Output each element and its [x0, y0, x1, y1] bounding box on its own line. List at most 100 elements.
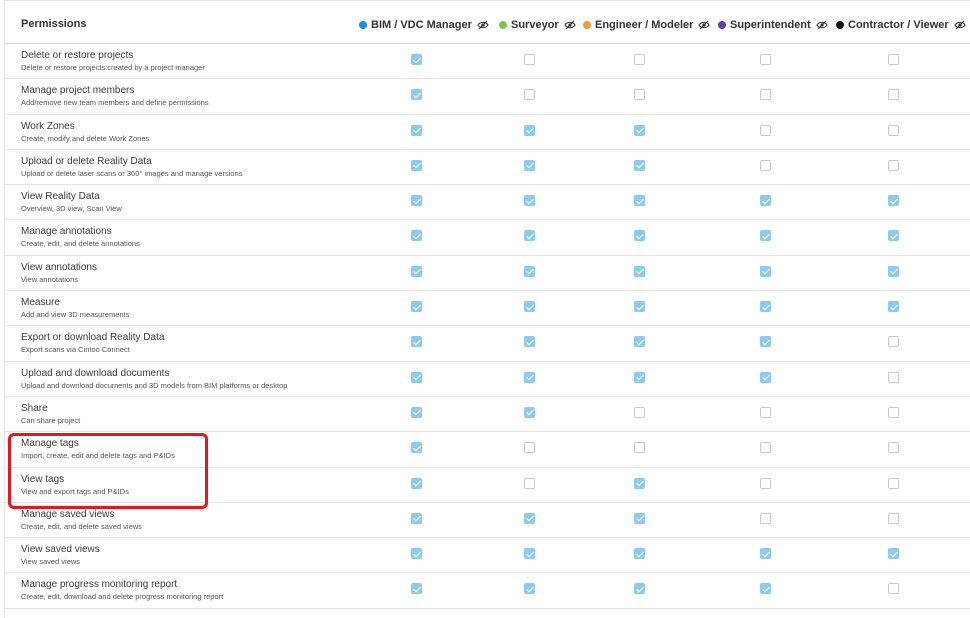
permission-checkbox[interactable]	[411, 512, 422, 524]
permission-checkbox[interactable]	[411, 406, 422, 418]
permission-checkbox[interactable]	[411, 195, 422, 207]
permission-checkbox[interactable]	[760, 512, 771, 524]
permission-checkbox[interactable]	[411, 230, 422, 242]
permission-checkbox[interactable]	[634, 230, 645, 242]
permission-checkbox[interactable]	[634, 442, 645, 454]
permission-checkbox[interactable]	[888, 548, 899, 560]
permission-checkbox[interactable]	[760, 371, 771, 383]
permission-checkbox[interactable]	[760, 406, 771, 418]
permission-checkbox[interactable]	[524, 371, 535, 383]
permission-checkbox[interactable]	[888, 301, 899, 313]
permission-checkbox[interactable]	[524, 336, 535, 348]
permission-checkbox[interactable]	[634, 301, 645, 313]
permission-checkbox[interactable]	[760, 54, 771, 65]
permission-checkbox[interactable]	[888, 54, 899, 65]
permission-checkbox[interactable]	[524, 54, 535, 65]
permission-checkbox[interactable]	[411, 371, 422, 383]
permission-checkbox[interactable]	[888, 583, 899, 595]
permission-checkbox[interactable]	[760, 548, 771, 560]
permission-checkbox[interactable]	[524, 265, 535, 277]
permission-checkbox[interactable]	[760, 89, 771, 101]
eye-slash-icon[interactable]	[564, 20, 576, 30]
permission-checkbox[interactable]	[411, 89, 422, 101]
permission-checkbox[interactable]	[888, 477, 899, 489]
permission-checkbox[interactable]	[634, 548, 645, 560]
permission-checkbox[interactable]	[634, 265, 645, 277]
permission-checkbox[interactable]	[760, 336, 771, 348]
permission-checkbox[interactable]	[760, 583, 771, 595]
permission-checkbox[interactable]	[634, 336, 645, 348]
permission-description: Create, edit, and delete saved views	[21, 521, 142, 531]
permission-checkbox[interactable]	[888, 265, 899, 277]
permission-description: Create, edit, and delete annotations	[21, 239, 140, 249]
permission-checkbox[interactable]	[634, 406, 645, 418]
permission-checkbox[interactable]	[634, 89, 645, 101]
permission-checkbox[interactable]	[634, 512, 645, 524]
permission-checkbox[interactable]	[888, 442, 899, 454]
permission-checkbox[interactable]	[760, 442, 771, 454]
permission-checkbox[interactable]	[524, 89, 535, 101]
permission-checkbox[interactable]	[524, 512, 535, 524]
permission-checkbox[interactable]	[524, 406, 535, 418]
permission-checkbox[interactable]	[760, 159, 771, 171]
eye-slash-icon[interactable]	[816, 20, 828, 30]
permission-checkbox[interactable]	[634, 195, 645, 207]
permission-checkbox[interactable]	[524, 301, 535, 313]
permission-checkbox[interactable]	[524, 159, 535, 171]
permission-checkbox[interactable]	[634, 477, 645, 489]
permission-checkbox[interactable]	[760, 265, 771, 277]
permission-checkbox[interactable]	[888, 159, 899, 171]
eye-slash-icon[interactable]	[698, 20, 711, 30]
permission-checkbox[interactable]	[411, 336, 422, 348]
permission-row: View annotations View annotations	[5, 256, 970, 292]
role-header-superintendent[interactable]: Superintendent	[718, 17, 828, 33]
permission-description: Can share project	[21, 415, 81, 425]
permission-checkbox[interactable]	[411, 159, 422, 171]
permission-checkbox[interactable]	[411, 583, 422, 595]
permission-checkbox[interactable]	[634, 371, 645, 383]
eye-slash-icon[interactable]	[954, 20, 966, 30]
permission-checkbox[interactable]	[888, 230, 899, 242]
permission-row: Delete or restore projects Delete or rest…	[5, 44, 970, 80]
permission-description: Create, modify and delete Work Zones	[21, 133, 150, 143]
permission-checkbox[interactable]	[760, 301, 771, 313]
permission-checkbox[interactable]	[524, 230, 535, 242]
permission-checkbox[interactable]	[524, 583, 535, 595]
permission-checkbox[interactable]	[760, 477, 771, 489]
role-header-bim-vdc-manager[interactable]: BIM / VDC Manager	[359, 17, 489, 33]
permission-checkbox[interactable]	[888, 371, 899, 383]
permission-checkbox[interactable]	[411, 54, 422, 65]
permission-checkbox[interactable]	[524, 442, 535, 454]
permission-checkbox[interactable]	[888, 195, 899, 207]
role-header-surveyor[interactable]: Surveyor	[499, 17, 576, 33]
permission-checkbox[interactable]	[760, 195, 771, 207]
permission-checkbox[interactable]	[411, 477, 422, 489]
permission-checkbox[interactable]	[760, 230, 771, 242]
permission-checkbox[interactable]	[524, 195, 535, 207]
permission-checkbox[interactable]	[411, 442, 422, 454]
role-name: Engineer / Modeler	[595, 19, 694, 31]
permission-checkbox[interactable]	[888, 512, 899, 524]
permission-description: Delete or restore projects created by a …	[21, 63, 205, 72]
permission-checkbox[interactable]	[524, 548, 535, 560]
permission-checkbox[interactable]	[411, 548, 422, 560]
permission-row: Work Zones Create, modify and delete Work…	[5, 115, 970, 150]
eye-slash-icon[interactable]	[477, 20, 489, 30]
permission-checkbox[interactable]	[634, 159, 645, 171]
permission-row: View saved views View saved views	[5, 538, 970, 574]
permission-checkbox[interactable]	[411, 124, 422, 136]
permission-checkbox[interactable]	[888, 89, 899, 101]
permission-checkbox[interactable]	[888, 336, 899, 348]
permission-checkbox[interactable]	[634, 583, 645, 595]
permission-checkbox[interactable]	[524, 477, 535, 489]
permission-checkbox[interactable]	[411, 265, 422, 277]
permission-checkbox[interactable]	[760, 124, 771, 136]
permission-checkbox[interactable]	[411, 301, 422, 313]
role-header-engineer-modeler[interactable]: Engineer / Modeler	[583, 17, 711, 33]
permission-checkbox[interactable]	[524, 124, 535, 136]
permission-checkbox[interactable]	[888, 406, 899, 418]
permission-checkbox[interactable]	[634, 124, 645, 136]
role-header-contractor-viewer[interactable]: Contractor / Viewer	[836, 17, 966, 33]
permission-checkbox[interactable]	[634, 54, 645, 65]
permission-checkbox[interactable]	[888, 124, 899, 136]
